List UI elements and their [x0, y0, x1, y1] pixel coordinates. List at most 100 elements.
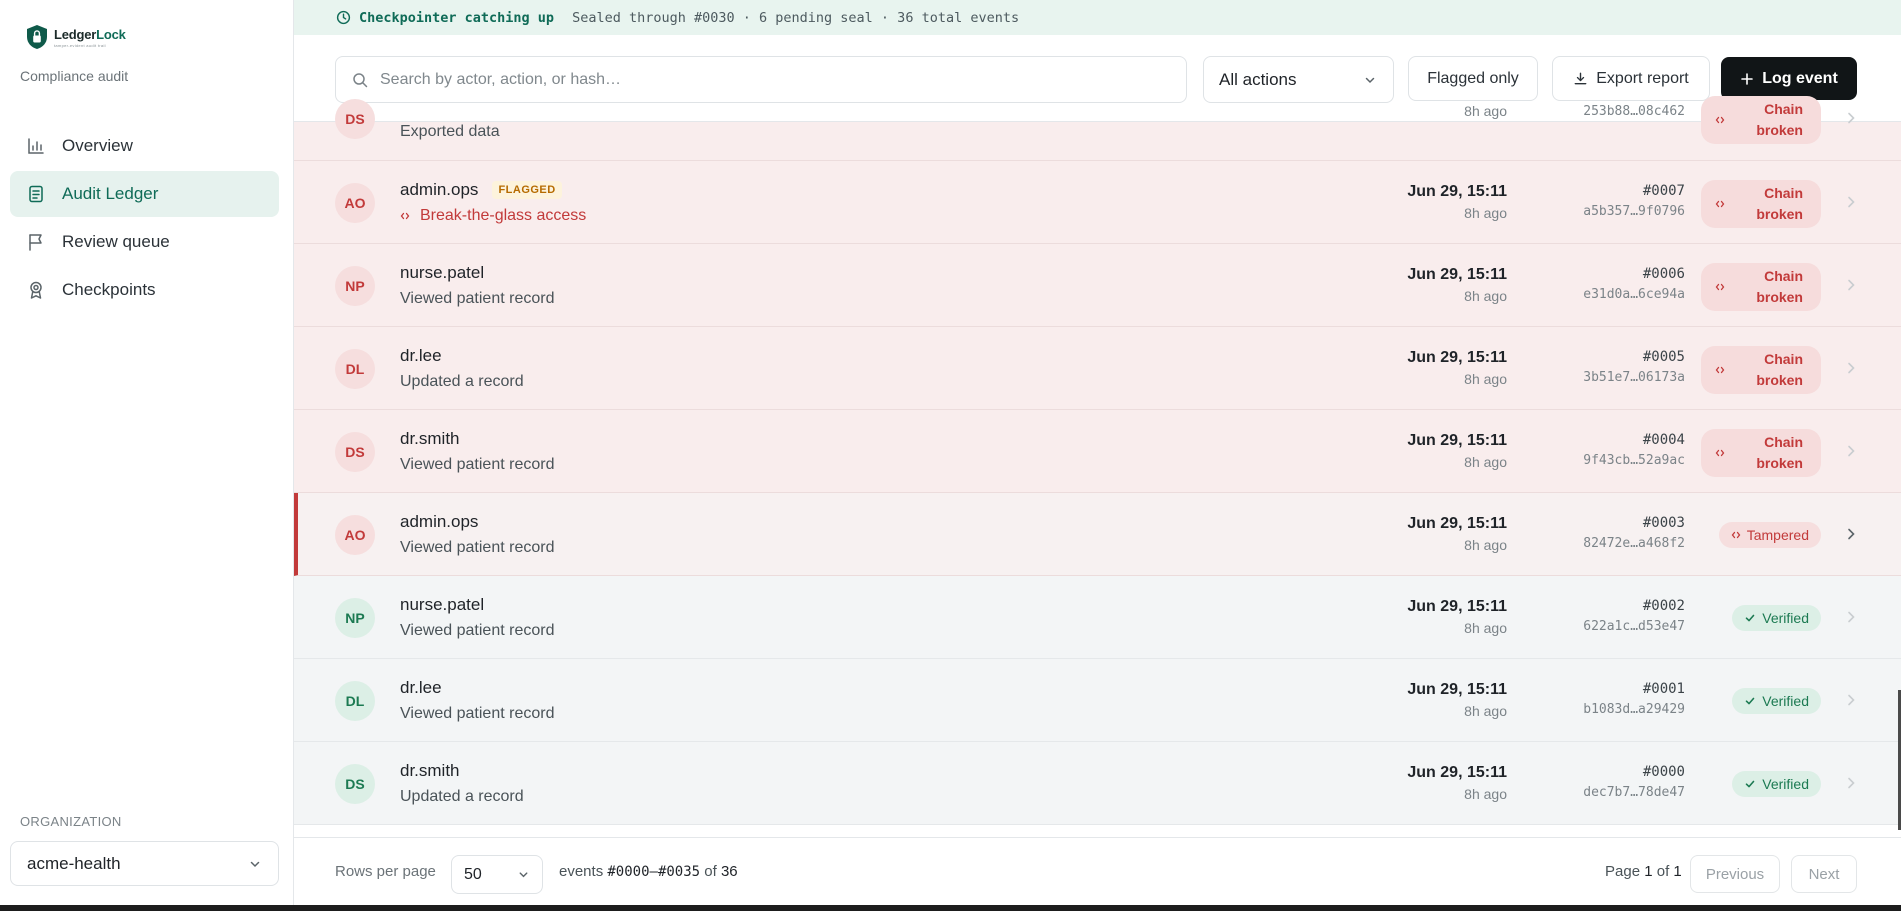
link-broken-icon — [1731, 531, 1741, 539]
event-date: Jun 29, 15:11 — [1407, 515, 1507, 532]
event-seq-number: #0005 — [1642, 349, 1685, 365]
event-time: Jun 29, 15:11 8h ago — [1407, 266, 1507, 304]
chevron-right-icon[interactable] — [1843, 609, 1859, 625]
event-sequence: #0006 e31d0a…6ce94a — [1583, 266, 1685, 302]
avatar: DL — [335, 681, 375, 721]
avatar: DS — [335, 764, 375, 804]
event-row[interactable]: DL dr.lee Updated a record Jun 29, 15:11… — [294, 327, 1901, 410]
event-action: Viewed patient record — [400, 705, 555, 722]
event-relative-time: 8h ago — [1464, 786, 1507, 802]
event-actor: dr.lee — [400, 678, 442, 697]
event-row[interactable]: DS Exported data 8h ago 253b88…08c462 Ch… — [294, 96, 1901, 161]
event-relative-time: 8h ago — [1464, 205, 1507, 221]
event-time: Jun 29, 15:11 8h ago — [1407, 432, 1507, 470]
organization-select[interactable]: acme-health — [10, 841, 279, 886]
chevron-right-icon[interactable] — [1843, 110, 1859, 126]
event-time: Jun 29, 15:11 8h ago — [1407, 598, 1507, 636]
event-action: Updated a record — [400, 788, 524, 805]
event-sequence: #0003 82472e…a468f2 — [1583, 515, 1685, 551]
event-date: Jun 29, 15:11 — [1407, 266, 1507, 283]
status-badge: Verified — [1732, 771, 1821, 797]
sidebar-nav: Overview Audit Ledger Review queue Check… — [10, 123, 279, 315]
search-icon — [353, 72, 368, 87]
sidebar-item-label: Overview — [62, 136, 133, 155]
event-range-value: #0000–#0035 — [607, 864, 701, 880]
status-badge: Verified — [1732, 605, 1821, 631]
event-action: Updated a record — [400, 373, 524, 390]
link-broken-icon — [400, 212, 410, 220]
chevron-right-icon[interactable] — [1843, 692, 1859, 708]
event-actor: nurse.patel — [400, 595, 485, 614]
event-row[interactable]: NP nurse.patel Viewed patient record Jun… — [294, 576, 1901, 659]
rows-per-page-value: 50 — [464, 865, 482, 883]
avatar: NP — [335, 266, 375, 306]
previous-page-button[interactable]: Previous — [1690, 855, 1780, 893]
status-badge: Chain broken — [1701, 263, 1821, 311]
event-sequence: #0005 3b51e7…06173a — [1583, 349, 1685, 385]
avatar: NP — [335, 598, 375, 638]
checkpointer-banner: Checkpointer catching up Sealed through … — [294, 0, 1901, 35]
event-seq-number: #0002 — [1642, 598, 1685, 614]
event-time: 8h ago — [1464, 99, 1507, 119]
log-event-button[interactable]: Log event — [1721, 57, 1857, 100]
chevron-right-icon[interactable] — [1843, 443, 1859, 459]
status-badge: Chain broken — [1701, 346, 1821, 394]
organization-label: ORGANIZATION — [20, 814, 122, 829]
event-relative-time: 8h ago — [1464, 288, 1507, 304]
search-box[interactable] — [335, 56, 1187, 103]
status-badge: Verified — [1732, 688, 1821, 714]
event-date: Jun 29, 15:11 — [1407, 764, 1507, 781]
sidebar-item-review-queue[interactable]: Review queue — [10, 219, 279, 265]
event-relative-time: 8h ago — [1464, 703, 1507, 719]
chevron-right-icon[interactable] — [1843, 194, 1859, 210]
event-actor: nurse.patel — [400, 263, 485, 282]
event-action: Viewed patient record — [400, 539, 555, 556]
event-sequence: #0004 9f43cb…52a9ac — [1583, 432, 1685, 468]
event-row[interactable]: AO admin.ops FLAGGED Break-the-glass acce… — [294, 161, 1901, 244]
event-date: Jun 29, 15:11 — [1407, 183, 1507, 200]
rows-per-page-label: Rows per page — [335, 863, 436, 880]
chevron-right-icon[interactable] — [1843, 526, 1859, 542]
event-seq-number: #0004 — [1642, 432, 1685, 448]
event-row[interactable]: DS dr.smith Viewed patient record Jun 29… — [294, 410, 1901, 493]
event-sequence: #0002 622a1c…d53e47 — [1583, 598, 1685, 634]
chevron-right-icon[interactable] — [1843, 360, 1859, 376]
event-actor: admin.ops FLAGGED — [400, 180, 562, 200]
sidebar: LedgerLock tamper-evident audit trail Co… — [0, 0, 294, 905]
status-badge: Chain broken — [1701, 429, 1821, 477]
search-input[interactable] — [380, 70, 1160, 89]
sidebar-item-audit-ledger[interactable]: Audit Ledger — [10, 171, 279, 217]
window-bottom-edge — [0, 905, 1901, 911]
app-subtitle: Compliance audit — [20, 68, 129, 84]
export-report-button[interactable]: Export report — [1552, 56, 1710, 101]
chevron-right-icon[interactable] — [1843, 277, 1859, 293]
flagged-badge: FLAGGED — [492, 181, 562, 199]
action-filter-select[interactable]: All actions — [1203, 56, 1394, 103]
event-sequence: #0001 b1083d…a29429 — [1583, 681, 1685, 717]
sidebar-item-overview[interactable]: Overview — [10, 123, 279, 169]
next-page-button[interactable]: Next — [1791, 855, 1857, 893]
event-row[interactable]: DL dr.lee Viewed patient record Jun 29, … — [294, 659, 1901, 742]
event-row[interactable]: AO admin.ops Viewed patient record Jun 2… — [294, 493, 1901, 576]
sidebar-item-label: Review queue — [62, 232, 170, 251]
event-hash: 9f43cb…52a9ac — [1583, 453, 1685, 468]
chevron-down-icon — [250, 861, 260, 867]
flag-icon — [29, 234, 42, 251]
event-row[interactable]: NP nurse.patel Viewed patient record Jun… — [294, 244, 1901, 327]
chevron-right-icon[interactable] — [1843, 775, 1859, 791]
shield-logo-icon — [27, 25, 47, 49]
link-broken-icon — [1715, 200, 1725, 208]
status-badge: Chain broken — [1701, 180, 1821, 228]
avatar: DS — [335, 99, 375, 139]
flagged-only-button[interactable]: Flagged only — [1408, 56, 1538, 101]
pagination-footer: Rows per page 50 events #0000–#0035 of 3… — [294, 837, 1901, 905]
brand-logo[interactable]: LedgerLock tamper-evident audit trail — [26, 24, 126, 50]
sidebar-item-checkpoints[interactable]: Checkpoints — [10, 267, 279, 313]
check-icon — [1745, 614, 1755, 622]
rows-per-page-select[interactable]: 50 — [451, 855, 543, 894]
event-action: Exported data — [400, 123, 500, 140]
brand-tagline: tamper-evident audit trail — [54, 42, 106, 48]
app-window: LedgerLock tamper-evident audit trail Co… — [0, 0, 1901, 905]
event-range: events #0000–#0035 of 36 — [559, 863, 738, 880]
event-row[interactable]: DS dr.smith Updated a record Jun 29, 15:… — [294, 742, 1901, 825]
